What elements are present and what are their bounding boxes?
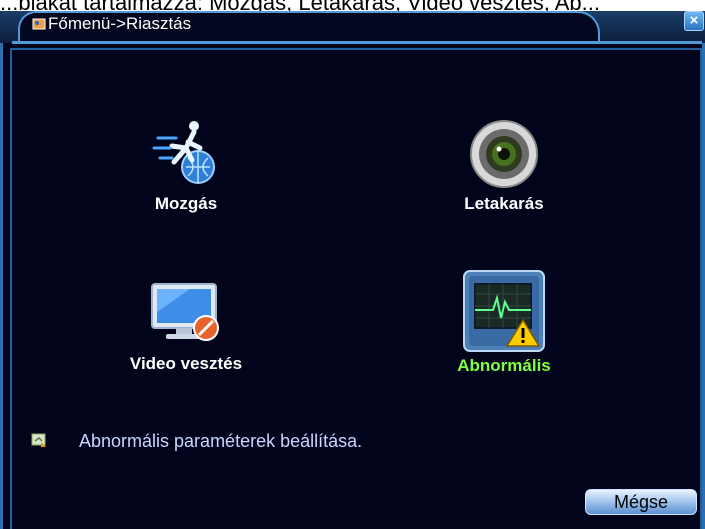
- running-person-icon: [152, 121, 215, 184]
- monitor-video-loss-icon: [151, 283, 219, 341]
- close-button[interactable]: ×: [684, 11, 704, 31]
- motion-label: Mozgás: [154, 194, 218, 213]
- blind-detect-item[interactable]: Letakarás: [414, 118, 594, 214]
- video-loss-label: Video vesztés: [129, 354, 243, 373]
- cancel-button[interactable]: Mégse: [585, 489, 697, 515]
- menu-icon: [32, 18, 46, 30]
- info-icon: [31, 433, 46, 447]
- abnormal-warning-icon: [463, 270, 545, 352]
- camera-lens-icon: [470, 120, 538, 188]
- title-divider: [12, 41, 702, 44]
- video-loss-item[interactable]: Video vesztés: [96, 278, 276, 374]
- window-title: Főmenü->Riasztás: [48, 14, 192, 33]
- abnormal-label: Abnormális: [457, 356, 551, 375]
- abnormal-item[interactable]: Abnormális: [414, 270, 594, 376]
- motion-item[interactable]: Mozgás: [96, 118, 276, 214]
- blind-detect-label: Letakarás: [464, 194, 544, 213]
- status-hint: Abnormális paraméterek beállítása.: [79, 431, 363, 451]
